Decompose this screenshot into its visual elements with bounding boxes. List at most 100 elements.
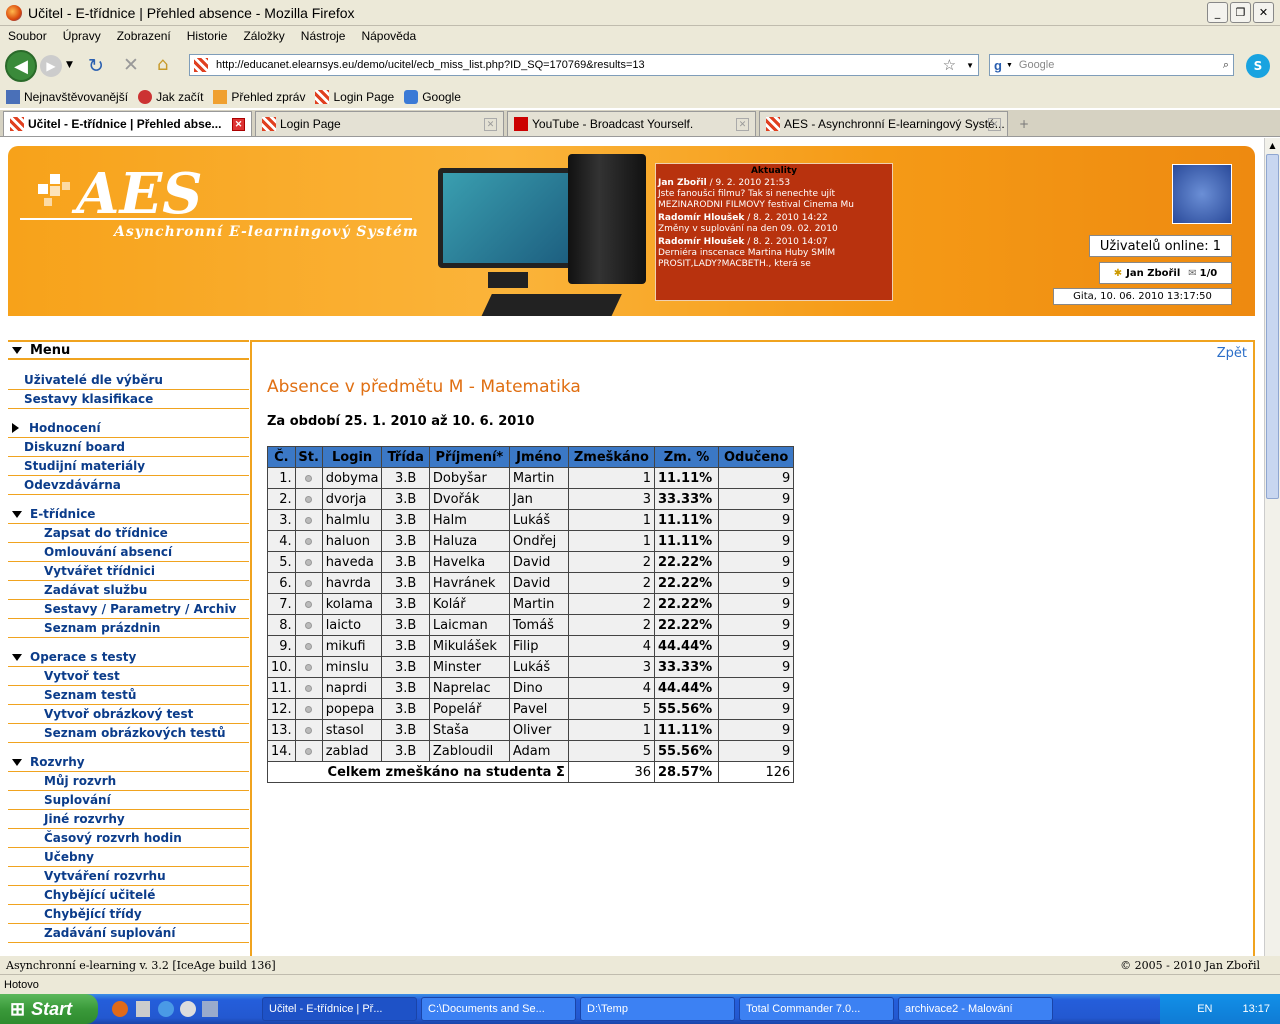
sidebar-item[interactable]: Suplování xyxy=(8,791,249,810)
sidebar-item[interactable]: Vytvoř test xyxy=(8,667,249,686)
sidebar-item[interactable]: Chybějící třídy xyxy=(8,905,249,924)
sidebar-section-hodnoceni[interactable]: Hodnocení xyxy=(8,419,249,438)
tab-youtube[interactable]: YouTube - Broadcast Yourself. ✕ xyxy=(507,111,756,136)
sidebar-item[interactable]: Seznam testů xyxy=(8,686,249,705)
messages-icon[interactable]: ✉ xyxy=(1188,268,1196,279)
close-window-button[interactable]: ✕ xyxy=(1253,2,1274,23)
sidebar-item[interactable]: Omlouvání absencí xyxy=(8,543,249,562)
sidebar-item[interactable]: Sestavy / Parametry / Archiv xyxy=(8,600,249,619)
sidebar-item[interactable]: Vytváření rozvrhu xyxy=(8,867,249,886)
quicklaunch-shield-icon[interactable] xyxy=(136,1001,150,1017)
new-tab-button[interactable]: + xyxy=(1011,111,1037,136)
sidebar-item[interactable]: Studijní materiály xyxy=(8,457,249,476)
bookmark-news[interactable]: Přehled zpráv xyxy=(213,90,305,104)
sidebar-item[interactable]: Zapsat do třídnice xyxy=(8,524,249,543)
column-header[interactable]: St. xyxy=(294,446,323,468)
news-item[interactable]: Radomír Hloušek / 8. 2. 2010 14:22 Změny … xyxy=(658,213,890,235)
page-viewport: AES Asynchronní E-learningový Systém Akt… xyxy=(0,138,1264,956)
taskbar-button[interactable]: Total Commander 7.0... xyxy=(739,997,894,1021)
bookmark-most-visited[interactable]: Nejnavštěvovanější xyxy=(6,90,128,104)
sidebar-item[interactable]: Časový rozvrh hodin xyxy=(8,829,249,848)
sidebar-section-etridnice[interactable]: E-třídnice xyxy=(8,505,249,524)
quicklaunch-app-icon[interactable] xyxy=(202,1001,218,1017)
quicklaunch-media-icon[interactable] xyxy=(180,1001,196,1017)
column-header[interactable]: Č. xyxy=(267,446,296,468)
sidebar-item[interactable]: Učebny xyxy=(8,848,249,867)
bookmark-getting-started[interactable]: Jak začít xyxy=(138,90,203,104)
tab-login-page[interactable]: Login Page ✕ xyxy=(255,111,504,136)
tab-ucitel[interactable]: Učitel - E-třídnice | Přehled abse... ✕ xyxy=(3,111,252,136)
tab-aes[interactable]: AES - Asynchronní E-learningový Systé...… xyxy=(759,111,1008,136)
menu-history[interactable]: Historie xyxy=(179,29,236,43)
menu-bookmarks[interactable]: Záložky xyxy=(235,29,292,43)
sidebar-item[interactable]: Zadávat službu xyxy=(8,581,249,600)
bookmark-star-icon[interactable]: ☆ xyxy=(943,56,956,74)
back-link[interactable]: Zpět xyxy=(1217,346,1247,361)
maximize-button[interactable]: ❐ xyxy=(1230,2,1251,23)
close-tab-icon[interactable]: ✕ xyxy=(232,118,245,131)
taskbar-button[interactable]: archivace2 - Malování xyxy=(898,997,1053,1021)
column-header[interactable]: Příjmení* xyxy=(428,446,510,468)
news-item[interactable]: Radomír Hloušek / 8. 2. 2010 14:07 Dernié… xyxy=(658,237,890,270)
taskbar-button[interactable]: D:\Temp xyxy=(580,997,735,1021)
vertical-scrollbar[interactable]: ▲ xyxy=(1264,138,1280,956)
menu-help[interactable]: Nápověda xyxy=(353,29,424,43)
scroll-thumb[interactable] xyxy=(1266,154,1279,499)
url-bar[interactable]: http://educanet.elearnsys.eu/demo/ucitel… xyxy=(189,54,979,76)
user-avatar[interactable] xyxy=(1172,164,1232,224)
sidebar-item[interactable]: Seznam obrázkových testů xyxy=(8,724,249,743)
stop-icon[interactable]: ✕ xyxy=(123,54,139,76)
reload-icon[interactable]: ↻ xyxy=(88,55,104,77)
sidebar-menu-header[interactable]: Menu xyxy=(8,340,249,360)
close-tab-icon[interactable]: ✕ xyxy=(988,118,1001,131)
sidebar-item[interactable]: Jiné rozvrhy xyxy=(8,810,249,829)
column-header[interactable]: Odučeno xyxy=(717,446,795,468)
forward-button[interactable]: ▶ xyxy=(40,55,62,77)
language-indicator[interactable]: EN xyxy=(1197,1003,1212,1015)
sidebar-item[interactable]: Uživatelé dle výběru xyxy=(8,371,249,390)
search-icon[interactable]: ⌕ xyxy=(1223,59,1229,72)
quicklaunch-firefox-icon[interactable] xyxy=(112,1001,128,1017)
back-button[interactable]: ◀ xyxy=(5,50,37,82)
history-dropdown-icon[interactable]: ▼ xyxy=(66,60,73,70)
column-header[interactable]: Login xyxy=(321,446,383,468)
sidebar-section-testy[interactable]: Operace s testy xyxy=(8,648,249,667)
sidebar-item[interactable]: Vytvoř obrázkový test xyxy=(8,705,249,724)
scroll-up-icon[interactable]: ▲ xyxy=(1265,138,1280,154)
menu-edit[interactable]: Úpravy xyxy=(55,29,109,43)
sidebar-item[interactable]: Můj rozvrh xyxy=(8,772,249,791)
sidebar-item[interactable]: Diskuzní board xyxy=(8,438,249,457)
search-bar[interactable]: g ▼ Google ⌕ xyxy=(989,54,1234,76)
sidebar-section-rozvrhy[interactable]: Rozvrhy xyxy=(8,753,249,772)
sidebar-item[interactable]: Vytvářet třídnici xyxy=(8,562,249,581)
column-header[interactable]: Zmeškáno xyxy=(567,446,656,468)
url-dropdown-icon[interactable]: ▼ xyxy=(966,61,974,70)
home-icon[interactable]: ⌂ xyxy=(157,54,168,75)
sidebar-item[interactable]: Chybějící učitelé xyxy=(8,886,249,905)
quicklaunch-ie-icon[interactable] xyxy=(158,1001,174,1017)
bookmark-google[interactable]: Google xyxy=(404,90,461,104)
table-row: 3. halmlu 3.B Halm Lukáš 1 11.11% 9 xyxy=(267,509,795,531)
table-cell: 3.B xyxy=(381,488,430,510)
close-tab-icon[interactable]: ✕ xyxy=(736,118,749,131)
news-item[interactable]: Jan Zbořil / 9. 2. 2010 21:53 Jste fanouš… xyxy=(658,178,890,211)
taskbar-button[interactable]: Učitel - E-třídnice | Př... xyxy=(262,997,417,1021)
close-tab-icon[interactable]: ✕ xyxy=(484,118,497,131)
sidebar-item[interactable]: Seznam prázdnin xyxy=(8,619,249,638)
user-box[interactable]: ✱ Jan Zbořil ✉ 1/0 xyxy=(1099,262,1232,284)
column-header[interactable]: Třída xyxy=(381,446,430,468)
sidebar-item[interactable]: Zadávání suplování xyxy=(8,924,249,943)
sidebar-item[interactable]: Sestavy klasifikace xyxy=(8,390,249,409)
sidebar-item[interactable]: Odevzdávárna xyxy=(8,476,249,495)
column-header[interactable]: Zm. % xyxy=(654,446,719,468)
start-button[interactable]: ⊞ Start xyxy=(0,994,98,1024)
taskbar-button[interactable]: C:\Documents and Se... xyxy=(421,997,576,1021)
skype-icon[interactable]: S xyxy=(1246,54,1270,78)
menu-tools[interactable]: Nástroje xyxy=(293,29,354,43)
bookmark-login-page[interactable]: Login Page xyxy=(315,90,394,104)
menu-view[interactable]: Zobrazení xyxy=(109,29,179,43)
minimize-button[interactable]: _ xyxy=(1207,2,1228,23)
menu-file[interactable]: Soubor xyxy=(0,29,55,43)
column-header[interactable]: Jméno xyxy=(508,446,569,468)
search-engine-dropdown-icon[interactable]: ▼ xyxy=(1006,62,1013,69)
